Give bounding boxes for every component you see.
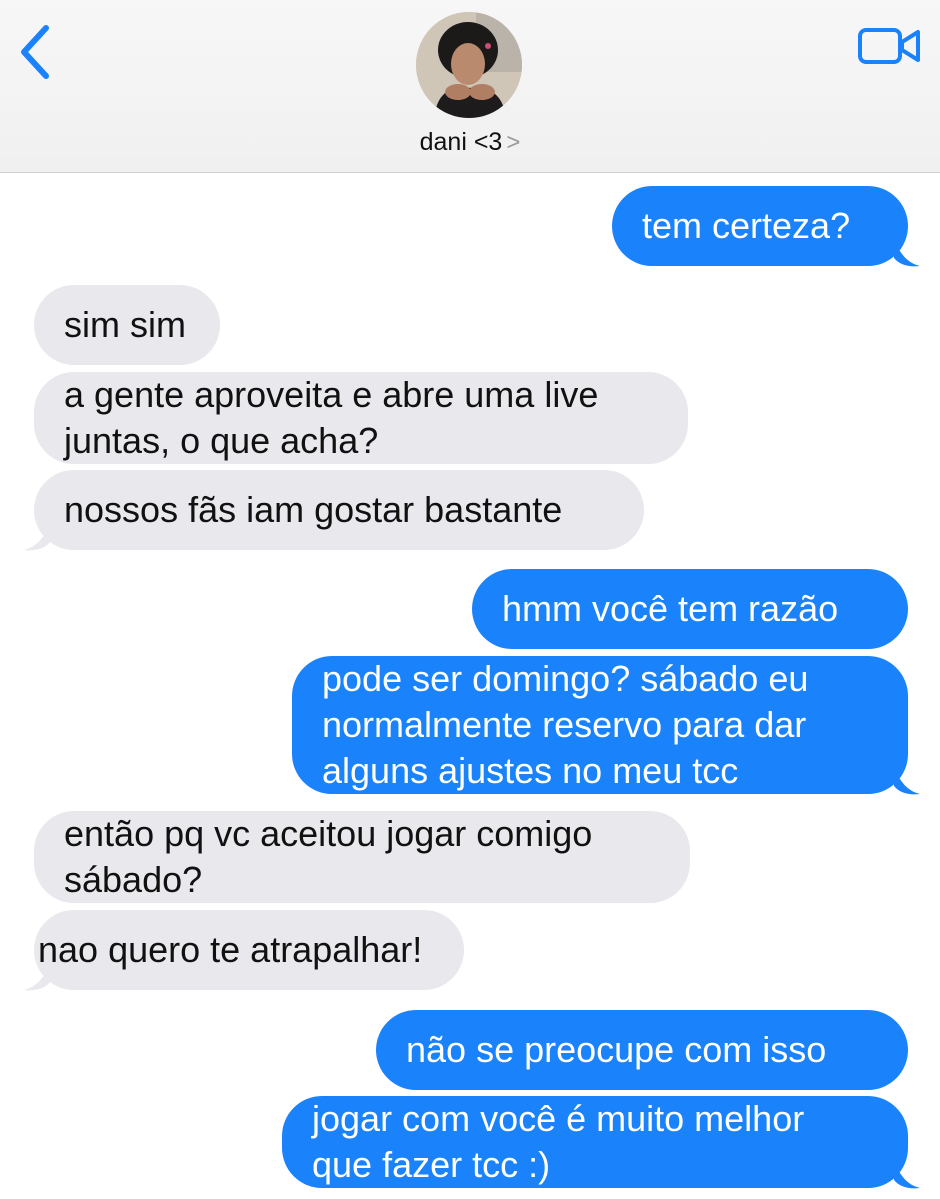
message-text-line: jogar com você é muito melhor (312, 1098, 805, 1139)
sent-message[interactable]: tem certeza? (612, 186, 908, 266)
message-text-line: alguns ajustes no meu tcc (322, 750, 739, 791)
sent-message[interactable]: hmm você tem razão (472, 569, 908, 649)
message-text-line: normalmente reservo para dar (322, 704, 807, 745)
message-text-line: pode ser domingo? sábado eu (322, 658, 809, 699)
video-camera-icon (858, 28, 920, 64)
message-text: não se preocupe com isso (406, 1029, 827, 1070)
message-text: tem certeza? (642, 205, 851, 246)
bubble-tail (894, 238, 920, 267)
message-text: hmm você tem razão (502, 588, 839, 629)
received-message[interactable]: então pq vc aceitou jogar comigo sábado? (34, 811, 690, 903)
back-button[interactable] (14, 22, 58, 82)
chevron-right-icon: > (506, 129, 521, 156)
received-message[interactable]: a gente aproveita e abre uma live juntas… (34, 372, 688, 464)
bubble-tail (894, 1160, 920, 1189)
video-call-button[interactable] (856, 24, 922, 68)
contact-name[interactable]: dani <3 > (0, 128, 940, 157)
sent-message[interactable]: pode ser domingo? sábado eu normalmente … (292, 656, 908, 794)
message-text: nossos fãs iam gostar bastante (64, 489, 563, 530)
bubble-tail (894, 766, 920, 795)
message-text: nao quero te atrapalhar! (38, 929, 423, 970)
message-text-line: então pq vc aceitou jogar comigo (64, 813, 593, 854)
chevron-left-icon (21, 25, 49, 79)
bubble-tail (24, 522, 50, 551)
contact-photo (416, 12, 522, 118)
sent-message[interactable]: não se preocupe com isso (376, 1010, 908, 1090)
received-message[interactable]: sim sim (34, 285, 220, 365)
message-text-line: sábado? (64, 859, 203, 900)
message-text-line: que fazer tcc :) (312, 1144, 551, 1185)
message-text: sim sim (64, 304, 186, 345)
bubble-tail (24, 962, 50, 991)
message-text-line: a gente aproveita e abre uma live (64, 374, 599, 415)
message-text-line: juntas, o que acha? (64, 420, 379, 461)
conversation-header: dani <3 > (0, 0, 940, 173)
received-message[interactable]: nao quero te atrapalhar! (34, 910, 464, 990)
sent-message[interactable]: jogar com você é muito melhor que fazer … (282, 1096, 908, 1188)
received-message[interactable]: nossos fãs iam gostar bastante (34, 470, 644, 550)
avatar[interactable] (416, 12, 522, 118)
contact-name-label: dani <3 (419, 128, 503, 156)
